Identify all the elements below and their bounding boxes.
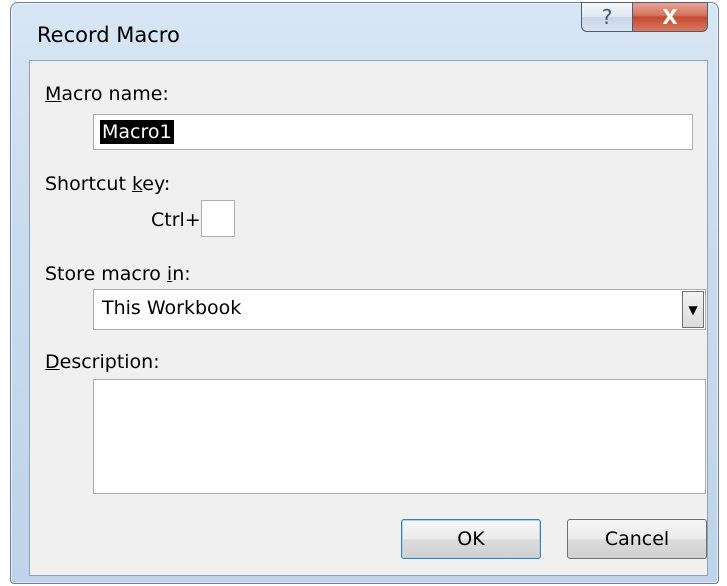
help-icon: ? bbox=[601, 5, 613, 29]
macro-name-value: Macro1 bbox=[100, 120, 174, 144]
chevron-down-icon: ▼ bbox=[688, 302, 698, 317]
cancel-button[interactable]: Cancel bbox=[567, 519, 707, 559]
store-macro-in-value: This Workbook bbox=[102, 297, 242, 319]
description-label: Description: bbox=[45, 351, 160, 373]
ok-button[interactable]: OK bbox=[401, 519, 541, 559]
dropdown-button[interactable]: ▼ bbox=[682, 291, 704, 328]
ctrl-prefix-label: Ctrl+ bbox=[151, 209, 201, 231]
close-button[interactable]: X bbox=[632, 2, 708, 32]
shortcut-key-input[interactable] bbox=[201, 200, 235, 237]
macro-name-label: Macro name: bbox=[45, 83, 169, 105]
dialog-title: Record Macro bbox=[37, 23, 180, 47]
help-button[interactable]: ? bbox=[581, 2, 633, 32]
record-macro-dialog: Record Macro ? X Macro name: Macro1 Shor… bbox=[10, 2, 719, 584]
title-bar[interactable]: Record Macro ? X bbox=[11, 2, 718, 55]
dialog-body: Macro name: Macro1 Shortcut key: Ctrl+ S… bbox=[29, 60, 708, 576]
description-textarea[interactable] bbox=[93, 379, 706, 494]
macro-name-input[interactable]: Macro1 bbox=[93, 114, 693, 150]
shortcut-key-label: Shortcut key: bbox=[45, 173, 171, 195]
store-macro-in-select[interactable]: This Workbook ▼ bbox=[93, 289, 706, 330]
store-macro-in-label: Store macro in: bbox=[45, 263, 191, 285]
close-icon: X bbox=[662, 5, 678, 29]
